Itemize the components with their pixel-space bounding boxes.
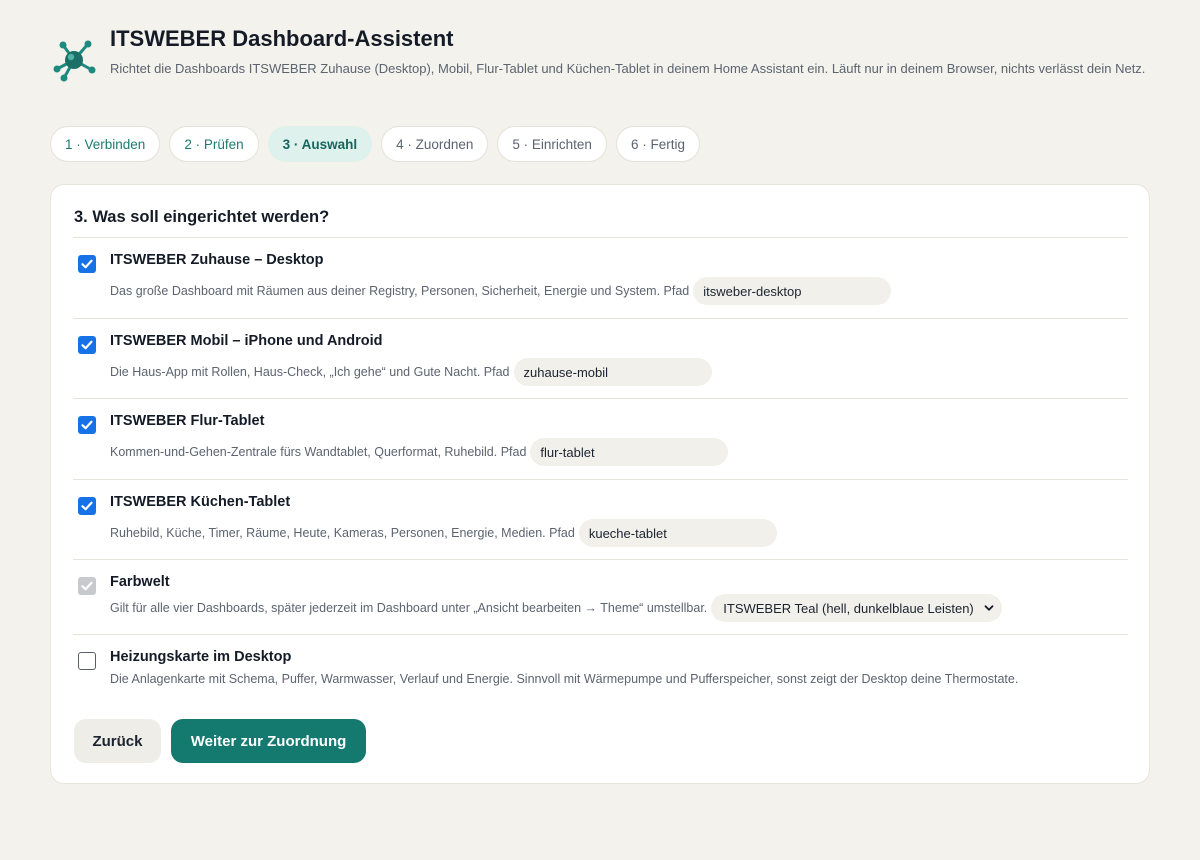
option-description: Die Haus-App mit Rollen, Haus-Check, „Ic… <box>110 358 712 386</box>
checkmark-icon <box>81 420 93 430</box>
theme-select[interactable]: ITSWEBER Teal (hell, dunkelblaue Leisten… <box>711 594 1002 622</box>
checkmark-icon <box>81 581 93 591</box>
divider <box>73 318 1128 319</box>
option-title: ITSWEBER Flur-Tablet <box>110 413 265 429</box>
kuechen-tablet-checkbox[interactable] <box>78 497 96 515</box>
flur-tablet-checkbox[interactable] <box>78 416 96 434</box>
step-verbinden[interactable]: 1 · Verbinden <box>50 126 161 162</box>
step-navigation: 1 · Verbinden 2 · Prüfen 3 · Auswahl 4 ·… <box>50 126 700 162</box>
divider <box>73 634 1128 635</box>
checkmark-icon <box>81 340 93 350</box>
option-title: ITSWEBER Mobil – iPhone und Android <box>110 333 383 349</box>
divider <box>73 398 1128 399</box>
page-subtitle: Richtet die Dashboards ITSWEBER Zuhause … <box>110 61 1146 76</box>
step-fertig[interactable]: 6 · Fertig <box>615 126 700 162</box>
option-description-text: Kommen-und-Gehen-Zentrale fürs Wandtable… <box>110 445 527 459</box>
theme-select-value: ITSWEBER Teal (hell, dunkelblaue Leisten… <box>723 600 974 616</box>
divider <box>73 559 1128 560</box>
step-pruefen[interactable]: 2 · Prüfen <box>169 126 259 162</box>
option-description: Kommen-und-Gehen-Zentrale fürs Wandtable… <box>110 438 729 466</box>
desktop-checkbox[interactable] <box>78 255 96 273</box>
farbwelt-checkbox <box>78 577 96 595</box>
path-input-desktop[interactable]: itsweber-desktop <box>693 277 892 305</box>
section-title: 3. Was soll eingerichtet werden? <box>74 208 330 226</box>
selection-card: 3. Was soll eingerichtet werden? ITSWEBE… <box>50 184 1150 784</box>
option-description: Das große Dashboard mit Räumen aus deine… <box>110 277 892 305</box>
option-title: Heizungskarte im Desktop <box>110 649 292 665</box>
checkmark-icon <box>81 259 93 269</box>
option-description-text: Die Haus-App mit Rollen, Haus-Check, „Ic… <box>110 365 510 379</box>
path-input-flur[interactable]: flur-tablet <box>530 438 729 466</box>
divider <box>73 479 1128 480</box>
step-zuordnen[interactable]: 4 · Zuordnen <box>381 126 489 162</box>
heizungskarte-checkbox[interactable] <box>78 652 96 670</box>
step-auswahl[interactable]: 3 · Auswahl <box>267 126 373 162</box>
mobil-checkbox[interactable] <box>78 336 96 354</box>
option-title: ITSWEBER Küchen-Tablet <box>110 494 291 510</box>
option-title: Farbwelt <box>110 574 170 590</box>
option-description-text: Ruhebild, Küche, Timer, Räume, Heute, Ka… <box>110 526 575 540</box>
path-input-mobil[interactable]: zuhause-mobil <box>513 358 712 386</box>
option-description-text: Die Anlagenkarte mit Schema, Puffer, War… <box>110 672 1019 686</box>
back-button[interactable]: Zurück <box>74 719 161 763</box>
step-einrichten[interactable]: 5 · Einrichten <box>497 126 607 162</box>
option-description: Ruhebild, Küche, Timer, Räume, Heute, Ka… <box>110 519 777 547</box>
option-title: ITSWEBER Zuhause – Desktop <box>110 252 324 268</box>
divider <box>73 237 1128 238</box>
molecule-logo-icon <box>50 36 98 84</box>
chevron-down-icon <box>984 605 994 611</box>
checkmark-icon <box>81 501 93 511</box>
option-description-text: Das große Dashboard mit Räumen aus deine… <box>110 284 690 298</box>
page-title: ITSWEBER Dashboard-Assistent <box>110 26 454 51</box>
continue-button[interactable]: Weiter zur Zuordnung <box>171 719 366 763</box>
path-input-kueche[interactable]: kueche-tablet <box>578 519 777 547</box>
option-description: Die Anlagenkarte mit Schema, Puffer, War… <box>110 672 1018 686</box>
option-description: Gilt für alle vier Dashboards, später je… <box>110 594 1002 622</box>
option-description-text: Gilt für alle vier Dashboards, später je… <box>110 601 708 615</box>
